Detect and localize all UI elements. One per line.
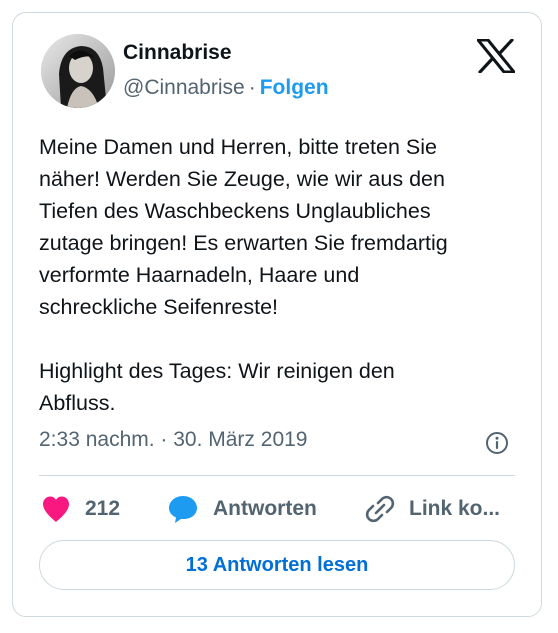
like-button[interactable]: 212: [41, 491, 120, 527]
author-handle-row: @Cinnabrise · Folgen: [123, 76, 329, 100]
avatar[interactable]: [41, 34, 115, 108]
author-name[interactable]: Cinnabrise: [123, 41, 232, 65]
tweet-card: Cinnabrise @Cinnabrise · Folgen Meine Dame…: [12, 12, 542, 617]
heart-icon: [43, 496, 69, 522]
reply-button[interactable]: Antworten: [167, 491, 317, 527]
follow-button[interactable]: Folgen: [260, 76, 329, 99]
copy-link-button[interactable]: Link ko...: [365, 491, 500, 527]
read-replies-button[interactable]: 13 Antworten lesen: [39, 540, 515, 590]
tweet-timestamp[interactable]: 2:33 nachm. · 30. März 2019: [39, 428, 307, 452]
x-logo-icon[interactable]: [476, 38, 516, 74]
tweet-text: Meine Damen und Herren, bitte treten Sie…: [39, 135, 448, 415]
divider: [39, 475, 515, 476]
link-icon: [365, 495, 395, 523]
like-count: 212: [85, 497, 121, 520]
author-handle[interactable]: @Cinnabrise: [123, 76, 245, 99]
separator-dot: ·: [248, 76, 256, 99]
info-icon[interactable]: [485, 431, 509, 455]
reply-bubble-icon: [169, 496, 197, 523]
reply-label: Antworten: [213, 497, 317, 520]
copy-link-label: Link ko...: [409, 497, 501, 520]
